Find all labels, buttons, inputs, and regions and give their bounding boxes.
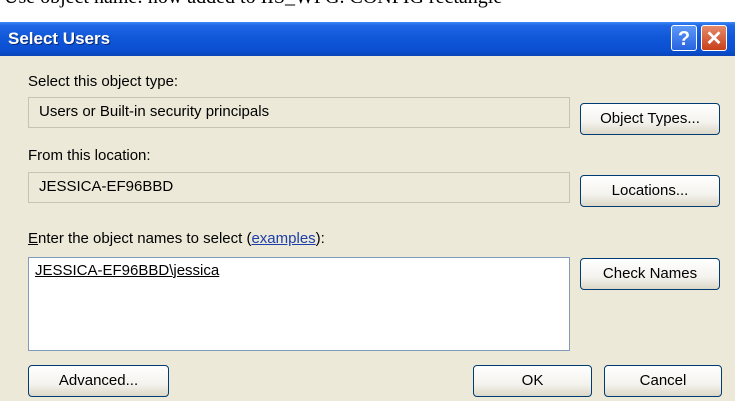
cancel-button[interactable]: Cancel [604, 365, 722, 397]
check-names-button[interactable]: Check Names [580, 258, 720, 290]
select-users-dialog: Select Users ? ✕ Select this object type… [0, 22, 735, 401]
location-label: From this location: [28, 147, 151, 164]
object-types-button[interactable]: Object Types... [580, 103, 720, 135]
background-text: Use object name: now added to IIS_WPG. C… [4, 0, 502, 9]
names-label-accel: E [28, 230, 39, 247]
object-type-field: Users or Built-in security principals [28, 97, 570, 128]
object-type-label: Select this object type: [28, 73, 179, 90]
object-names-input[interactable]: JESSICA-EF96BBD\jessica [28, 257, 570, 351]
examples-link[interactable]: examples [251, 230, 315, 247]
window-title: Select Users [8, 29, 111, 48]
help-icon[interactable]: ? [671, 25, 697, 51]
names-label: Enter the object names to select (exampl… [28, 230, 325, 247]
close-icon[interactable]: ✕ [701, 25, 727, 51]
advanced-button[interactable]: Advanced... [28, 365, 169, 397]
title-bar[interactable]: Select Users ? ✕ [0, 22, 735, 56]
locations-button[interactable]: Locations... [580, 175, 720, 207]
names-label-suffix: ): [315, 230, 325, 247]
location-field: JESSICA-EF96BBD [28, 172, 570, 203]
names-label-text: nter the object names to select ( [38, 230, 252, 247]
ok-button[interactable]: OK [473, 365, 592, 397]
